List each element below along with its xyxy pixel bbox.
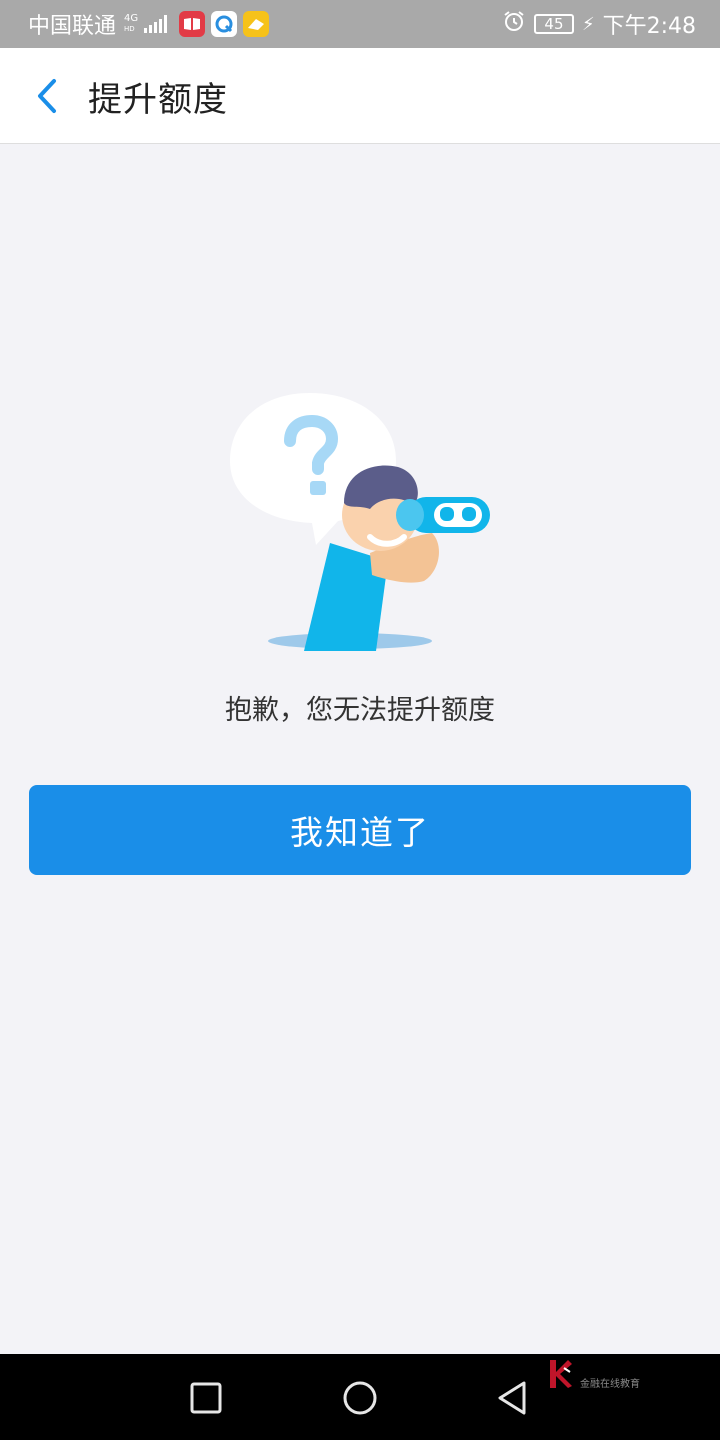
battery-level: 45	[544, 15, 564, 33]
watermark-logo	[550, 1360, 572, 1388]
page-title: 提升额度	[88, 80, 228, 120]
error-message: 抱歉，您无法提升额度	[225, 695, 495, 726]
home-icon	[343, 1381, 377, 1415]
watermark-text: 金融在线教育	[580, 1378, 640, 1390]
charging-icon: ⚡	[581, 13, 595, 35]
network-sub-label: HD	[124, 25, 135, 33]
person-with-binoculars-question-illustration	[230, 393, 490, 651]
status-bar-right: 45 ⚡ 下午2:48	[502, 8, 696, 40]
carrier-label: 中国联通	[28, 14, 117, 39]
clock: 下午2:48	[602, 14, 696, 39]
status-bar: 中国联通 4G HD 45 ⚡ 下午2:48	[0, 0, 720, 48]
recent-apps-button[interactable]	[184, 1376, 228, 1420]
network-type-label: 4G	[124, 13, 139, 24]
status-bar-left: 中国联通 4G HD	[28, 8, 270, 40]
home-button[interactable]	[338, 1376, 382, 1420]
battery-icon: 45	[533, 14, 574, 34]
app-header: 提升额度	[0, 48, 720, 144]
binoculars-icon	[396, 497, 490, 533]
alarm-icon	[502, 9, 526, 39]
screen: 中国联通 4G HD 45 ⚡ 下午2:48 提升额度 抱歉，您无法提升额度 我…	[0, 0, 720, 1440]
browser-app-icon	[211, 11, 238, 37]
system-nav-bar: 金融在线教育	[0, 1354, 720, 1440]
back-nav-button[interactable]	[490, 1376, 534, 1420]
watermark: 金融在线教育	[544, 1358, 640, 1390]
chevron-left-icon	[38, 79, 56, 113]
reader-app-icon	[179, 11, 206, 37]
pay-app-icon	[243, 11, 270, 37]
signal-icon	[144, 15, 168, 33]
acknowledge-button[interactable]: 我知道了	[29, 785, 691, 875]
back-button[interactable]	[26, 76, 66, 116]
recent-apps-icon	[190, 1382, 222, 1414]
network-type-badge: 4G HD	[124, 14, 138, 34]
acknowledge-button-label: 我知道了	[290, 813, 430, 852]
back-icon	[498, 1381, 526, 1415]
